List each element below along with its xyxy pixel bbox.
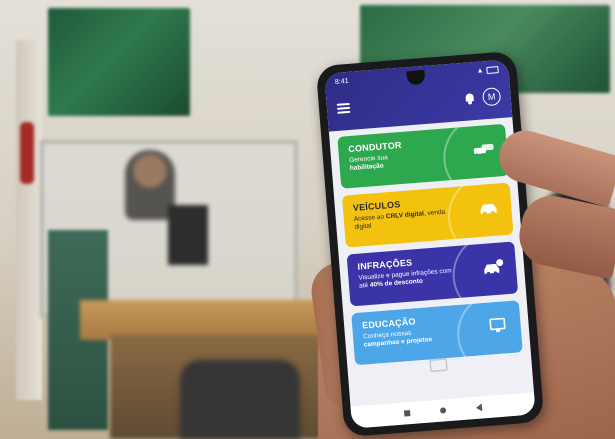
card-condutor[interactable]: CONDUTOR Gerencie sua habilitação xyxy=(337,123,509,189)
card-veiculos[interactable]: VEÍCULOS Acesse ao CRLV digital, venda d… xyxy=(341,182,514,248)
bell-icon[interactable] xyxy=(464,93,475,105)
desk-monitor xyxy=(168,205,208,265)
app-logo xyxy=(358,99,465,107)
pillar xyxy=(16,40,42,400)
status-time: 8:41 xyxy=(334,77,349,86)
card-infracoes[interactable]: INFRAÇÕES Visualize e pague infrações co… xyxy=(346,241,519,307)
status-icons: ▲ xyxy=(476,66,499,75)
battery-icon xyxy=(486,66,499,75)
background-photo: 8:41 ▲ M CONDUTOR Gerencie sua habilitaç… xyxy=(0,0,615,439)
footer-logo-icon xyxy=(429,358,448,372)
monitor-icon xyxy=(489,317,506,333)
office-chair xyxy=(180,360,300,439)
signal-icon: ▲ xyxy=(476,67,484,75)
smartphone: 8:41 ▲ M CONDUTOR Gerencie sua habilitaç… xyxy=(315,50,545,438)
phone-screen: 8:41 ▲ M CONDUTOR Gerencie sua habilitaç… xyxy=(324,59,536,429)
car-icon xyxy=(480,203,497,216)
toolbar-actions: M xyxy=(464,87,502,108)
back-button[interactable] xyxy=(475,403,483,412)
recent-apps-button[interactable] xyxy=(403,410,411,417)
wall-poster-left xyxy=(48,8,190,116)
car-alert-icon xyxy=(484,259,504,276)
car-pair-icon xyxy=(473,143,494,157)
service-cards: CONDUTOR Gerencie sua habilitação VEÍCULO… xyxy=(337,123,523,372)
avatar[interactable]: M xyxy=(481,87,502,107)
menu-icon[interactable] xyxy=(336,102,351,114)
home-button[interactable] xyxy=(439,407,447,414)
fire-extinguisher xyxy=(20,122,34,184)
card-educacao[interactable]: EDUCAÇÃO Conheça nossas campanhas e proje… xyxy=(351,300,523,366)
app-toolbar: M xyxy=(336,84,502,121)
